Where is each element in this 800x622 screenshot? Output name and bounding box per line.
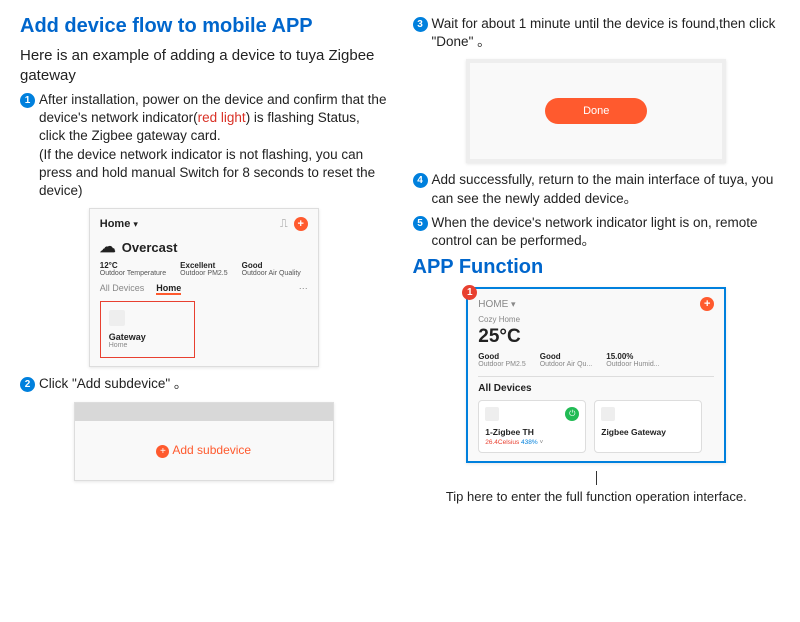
mockup-done: Done [466, 59, 726, 163]
chevron-down-icon: ▾ [133, 219, 138, 229]
step-number-3: 3 [413, 17, 428, 32]
done-button: Done [545, 98, 647, 124]
step-number-4: 4 [413, 173, 428, 188]
plus-icon: + [156, 445, 169, 458]
chevron-down-icon: ▾ [511, 299, 516, 309]
add-icon: + [294, 217, 308, 231]
step-1: 1 After installation, power on the devic… [20, 91, 388, 200]
mockup-main-interface: 1 HOME ▾ + Cozy Home 25°C GoodOutdoor PM… [466, 287, 726, 463]
tip-text: Tip here to enter the full function oper… [413, 489, 781, 504]
gateway-icon [109, 310, 125, 326]
device-icon [601, 407, 615, 421]
heading-add-device: Add device flow to mobile APP [20, 15, 388, 38]
step-2: 2 Click "Add subdevice" 。 [20, 375, 388, 393]
step-number-5: 5 [413, 216, 428, 231]
heading-app-function: APP Function [413, 256, 781, 279]
mockup-home-screen: Home ▾ ⎍ + ☁Overcast 12°COutdoor Tempera… [89, 208, 319, 367]
power-icon: ⏻ [565, 407, 579, 421]
step-5: 5 When the device's network indicator li… [413, 214, 781, 250]
device-card-gateway: Zigbee Gateway [594, 400, 702, 453]
red-light-text: red light [198, 110, 246, 125]
step-3: 3 Wait for about 1 minute until the devi… [413, 15, 781, 51]
mic-icon: ⎍ [280, 218, 288, 231]
intro-text: Here is an example of adding a device to… [20, 46, 388, 85]
step-number-1: 1 [20, 93, 35, 108]
device-icon [485, 407, 499, 421]
chevron-down-icon: ˅ [539, 439, 543, 446]
mockup-add-subdevice: +Add subdevice [74, 402, 334, 481]
step-4: 4 Add successfully, return to the main i… [413, 171, 781, 207]
callout-1: 1 [462, 285, 477, 300]
device-card-zigbee-th: ⏻ 1-Zigbee TH 26.4Celsius 438% ˅ [478, 400, 586, 453]
cloud-icon: ☁ [100, 237, 116, 257]
more-icon: ⋯ [299, 283, 308, 295]
gateway-card: Gateway Home [100, 301, 195, 358]
step-number-2: 2 [20, 377, 35, 392]
add-icon: + [700, 297, 714, 311]
